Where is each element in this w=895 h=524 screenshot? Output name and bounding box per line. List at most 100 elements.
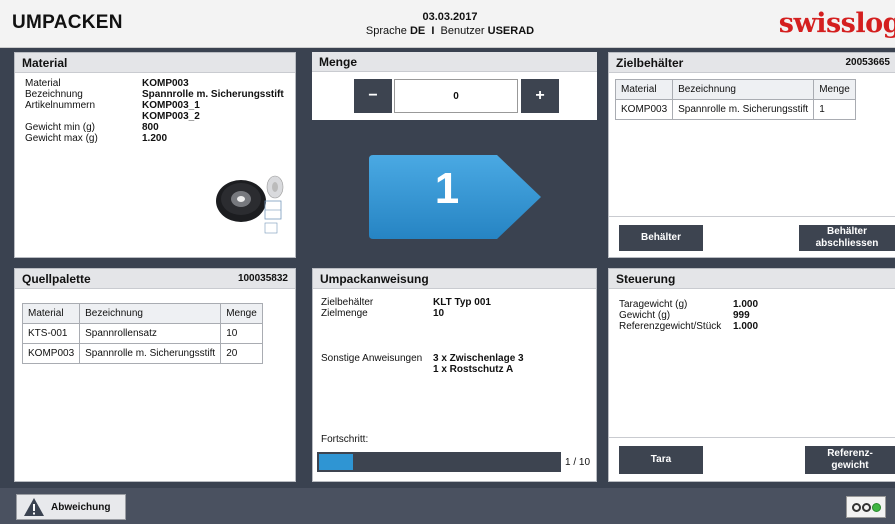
field-label: Gewicht max (g) [25, 133, 98, 144]
material-details: Material KOMP003 Bezeichnung Spannrolle … [25, 78, 295, 158]
panel-title-quellpalette: Quellpalette 100035832 [15, 269, 295, 289]
abweichung-label: Abweichung [51, 501, 111, 513]
column-header: Menge [813, 79, 856, 100]
quellpalette-title: Quellpalette [22, 272, 91, 286]
column-header: Menge [220, 303, 263, 324]
sonstige-value-2: 1 x Rostschutz A [433, 364, 514, 375]
cell: KOMP003 [21, 343, 81, 364]
table-row[interactable]: KTS-001 Spannrollensatz 10 [21, 323, 263, 344]
quantity-input[interactable]: 0 [394, 79, 518, 113]
zielbehaelter-number: 20053665 [845, 57, 891, 68]
field-value: KOMP003 [142, 78, 189, 89]
status-dot-green-icon [871, 502, 881, 512]
zielmenge-value: 10 [433, 308, 445, 319]
cell: 10 [220, 323, 263, 344]
button-label: Behälter [826, 226, 867, 237]
field-value: 1.000 [733, 299, 759, 310]
user-value: USERAD [487, 25, 535, 37]
steuerung-panel: Steuerung Taragewicht (g) 1.000 Gewicht … [608, 268, 895, 482]
cell: 1 [813, 99, 856, 120]
field-value: KOMP003_2 [142, 111, 200, 122]
tara-button[interactable]: Tara [619, 446, 703, 474]
zielbehaelter-panel: Zielbehälter 20053665 Material Bezeichnu… [608, 52, 895, 258]
column-header: Bezeichnung [672, 79, 815, 100]
divider [609, 216, 895, 217]
cell: 20 [220, 343, 263, 364]
zielmenge-label: Zielmenge [321, 308, 368, 319]
panel-title-material: Material [15, 53, 295, 73]
warning-icon [24, 498, 44, 516]
quellpalette-table: Material Bezeichnung Menge KTS-001 Spann… [21, 303, 263, 364]
quellpalette-panel: Quellpalette 100035832 Material Bezeichn… [14, 268, 296, 482]
umpack-details: Zielbehälter KLT Typ 001 Zielmenge 10 So… [321, 297, 591, 427]
page-title: UMPACKEN [12, 12, 123, 33]
cell: KOMP003 [614, 99, 674, 120]
referenzgewicht-button[interactable]: Referenz- gewicht [805, 446, 895, 474]
cell: Spannrollensatz [79, 323, 222, 344]
sonstige-value-1: 3 x Zwischenlage 3 [433, 353, 524, 364]
abweichung-button[interactable]: Abweichung [16, 494, 126, 520]
zielbehaelter-table: Material Bezeichnung Menge KOMP003 Spann… [614, 79, 856, 120]
column-header: Bezeichnung [79, 303, 222, 324]
progress-bar [317, 452, 561, 472]
increment-button[interactable]: + [521, 79, 559, 113]
progress-label-wrap: Fortschritt: [321, 434, 441, 446]
column-header: Material [21, 303, 81, 324]
panel-title-zielbehaelter: Zielbehälter 20053665 [609, 53, 895, 73]
status-indicator [846, 496, 886, 518]
language-label: Sprache [365, 25, 407, 37]
behaelter-abschliessen-button[interactable]: Behälter abschliessen [799, 225, 895, 251]
field-label: Artikelnummern [25, 100, 96, 111]
table-row[interactable]: KOMP003 Spannrolle m. Sicherungsstift 20 [21, 343, 263, 364]
menge-panel: Menge − 0 + 1 [312, 52, 597, 258]
status-dot-icon [861, 502, 871, 512]
product-image [205, 157, 295, 239]
panel-title-menge: Menge [312, 52, 597, 72]
field-label: Bezeichnung [25, 89, 83, 100]
user-label: Benutzer [440, 25, 485, 37]
field-value: 800 [142, 122, 159, 133]
cell: KTS-001 [21, 323, 81, 344]
column-header: Material [614, 79, 674, 100]
field-value: KOMP003_1 [142, 100, 200, 111]
table-row[interactable]: KOMP003 Spannrolle m. Sicherungsstift 1 [614, 99, 856, 120]
top-bar: UMPACKEN 03.03.2017 Sprache DE I Benutze… [0, 0, 895, 48]
cell: Spannrolle m. Sicherungsstift [672, 99, 815, 120]
big-count: 1 [434, 164, 460, 213]
field-value: 999 [733, 310, 750, 321]
language-value[interactable]: DE [410, 25, 425, 37]
swisslog-logo: swisslog [778, 8, 895, 39]
progress-text: 1 / 10 [565, 457, 591, 468]
field-label: Material [25, 78, 61, 89]
progress-fill [319, 454, 353, 470]
separator: I [431, 25, 435, 37]
sonstige-label: Sonstige Anweisungen [321, 353, 423, 364]
status-dot-icon [851, 502, 861, 512]
steuerung-details: Taragewicht (g) 1.000 Gewicht (g) 999 Re… [619, 299, 889, 339]
ziel-label: Zielbehälter [321, 297, 374, 308]
session-info: 03.03.2017 Sprache DE I Benutzer USERAD [300, 10, 600, 38]
button-label: Referenz- [827, 448, 873, 459]
zielbehaelter-title: Zielbehälter [616, 56, 684, 70]
footer-bar: Abweichung [0, 488, 895, 524]
material-panel: Material Material KOMP003 Bezeichnung Sp… [14, 52, 296, 258]
field-label: Referenzgewicht/Stück [619, 321, 722, 332]
field-value: Spannrolle m. Sicherungsstift [142, 89, 284, 100]
divider [609, 437, 895, 438]
panel-title-steuerung: Steuerung [609, 269, 895, 289]
behaelter-button[interactable]: Behälter [619, 225, 703, 251]
progress-label: Fortschritt: [321, 434, 369, 445]
button-label: gewicht [831, 460, 869, 471]
field-label: Taragewicht (g) [619, 299, 688, 310]
field-label: Gewicht (g) [619, 310, 671, 321]
decrement-button[interactable]: − [354, 79, 392, 113]
field-value: 1.200 [142, 133, 168, 144]
date-display: 03.03.2017 [422, 11, 478, 23]
button-label: abschliessen [815, 238, 879, 249]
umpackanweisung-panel: Umpackanweisung Zielbehälter KLT Typ 001… [312, 268, 597, 482]
field-label: Gewicht min (g) [25, 122, 96, 133]
cell: Spannrolle m. Sicherungsstift [79, 343, 222, 364]
field-value: 1.000 [733, 321, 759, 332]
quellpalette-number: 100035832 [237, 273, 288, 284]
panel-title-umpackanweisung: Umpackanweisung [313, 269, 596, 289]
